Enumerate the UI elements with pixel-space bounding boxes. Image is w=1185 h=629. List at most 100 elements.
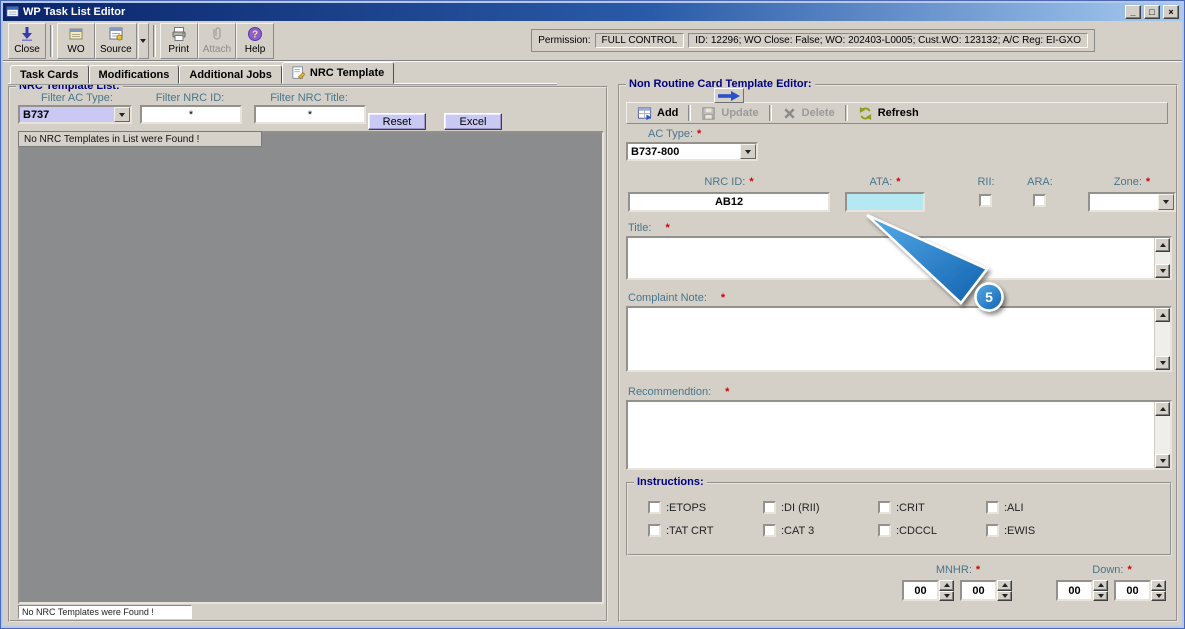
ac-type-combo[interactable]: B737-800	[626, 142, 758, 161]
paperclip-icon	[213, 27, 221, 40]
spin-buttons	[1151, 580, 1166, 601]
recommendation-textarea[interactable]	[626, 400, 1172, 470]
minimize-button[interactable]: _	[1125, 5, 1141, 19]
app-window: WP Task List Editor _ □ × Close WO Sourc…	[0, 0, 1185, 629]
etops-checkbox[interactable]	[648, 501, 661, 514]
toolbar-separator	[688, 105, 692, 121]
ara-checkbox[interactable]	[1033, 194, 1046, 207]
toolbar-attach-button[interactable]: Attach	[197, 22, 237, 59]
complaint-note-label: Complaint Note: *	[628, 292, 726, 304]
tab-task-cards[interactable]: Task Cards	[10, 65, 89, 84]
refresh-button-label: Refresh	[877, 107, 919, 119]
filter-nrc-id-input[interactable]: *	[140, 105, 242, 124]
toolbar-close-button[interactable]: Close	[8, 22, 46, 59]
maximize-button[interactable]: □	[1144, 5, 1160, 19]
di-rii-checkbox[interactable]	[763, 501, 776, 514]
arrow-up-icon	[1155, 583, 1162, 588]
mnhr-minutes-value: 00	[960, 580, 997, 601]
tab-modifications[interactable]: Modifications	[88, 65, 180, 84]
refresh-button[interactable]: Refresh	[851, 104, 926, 122]
tat-crt-checkbox[interactable]	[648, 524, 661, 537]
complaint-note-textarea[interactable]	[626, 306, 1172, 372]
cdccl-label: :CDCCL	[896, 524, 937, 537]
down-hours-spinner[interactable]: 00	[1056, 580, 1108, 601]
checkbox-item-di-rii[interactable]: :DI (RII)	[763, 501, 820, 514]
toolbar-help-button[interactable]: ? Help	[236, 22, 275, 59]
spin-down-button[interactable]	[1093, 590, 1108, 601]
filter-ac-type-dropdown-button[interactable]	[114, 107, 130, 122]
arrow-up-icon	[1097, 583, 1104, 588]
scroll-down-button[interactable]	[1155, 356, 1170, 370]
close-window-button[interactable]: ×	[1163, 5, 1179, 19]
checkbox-item-cdccl[interactable]: :CDCCL	[878, 524, 937, 537]
work-order-icon	[69, 28, 83, 40]
cat-3-checkbox[interactable]	[763, 524, 776, 537]
spin-up-button[interactable]	[997, 580, 1012, 591]
toolbar-source-button[interactable]: Source	[95, 22, 137, 59]
checkbox-item-ewis[interactable]: :EWIS	[986, 524, 1035, 537]
rii-checkbox[interactable]	[979, 194, 992, 207]
update-button[interactable]: Update	[694, 104, 765, 122]
mnhr-hours-spinner[interactable]: 00	[902, 580, 954, 601]
title-textarea[interactable]	[626, 236, 1172, 280]
transfer-to-editor-button[interactable]	[714, 88, 744, 103]
filter-nrc-id-value: *	[188, 108, 194, 121]
complaint-vertical-scrollbar[interactable]	[1154, 308, 1170, 370]
ali-checkbox[interactable]	[986, 501, 999, 514]
recommendation-vertical-scrollbar[interactable]	[1154, 402, 1170, 468]
down-minutes-spinner[interactable]: 00	[1114, 580, 1166, 601]
spin-up-button[interactable]	[1093, 580, 1108, 591]
arrow-down-icon	[1001, 593, 1008, 598]
zone-combo[interactable]	[1088, 192, 1176, 212]
nrc-id-input[interactable]: AB12	[628, 192, 830, 212]
checkbox-item-crit[interactable]: :CRIT	[878, 501, 925, 514]
checkbox-item-cat-3[interactable]: :CAT 3	[763, 524, 814, 537]
mnhr-hours-value: 00	[902, 580, 939, 601]
spin-buttons	[939, 580, 954, 601]
cdccl-checkbox[interactable]	[878, 524, 891, 537]
source-dropdown-button[interactable]	[137, 22, 149, 59]
crit-checkbox[interactable]	[878, 501, 891, 514]
tab-strip: Task Cards Modifications Additional Jobs…	[10, 62, 395, 84]
excel-button-label: Excel	[459, 115, 487, 128]
filter-nrc-title-label: Filter NRC Title:	[270, 92, 348, 104]
ata-input[interactable]	[845, 192, 925, 212]
scroll-up-button[interactable]	[1155, 308, 1170, 322]
checkbox-item-etops[interactable]: :ETOPS	[648, 501, 706, 514]
title-vertical-scrollbar[interactable]	[1154, 238, 1170, 278]
reset-button[interactable]: Reset	[368, 113, 426, 130]
scroll-up-button[interactable]	[1155, 402, 1170, 416]
instructions-groupbox: Instructions: :ETOPS :DI (RII) :CRIT :AL…	[626, 476, 1172, 556]
checkbox-item-ali[interactable]: :ALI	[986, 501, 1024, 514]
excel-button[interactable]: Excel	[444, 113, 502, 130]
checkbox-item-tat-crt[interactable]: :TAT CRT	[648, 524, 713, 537]
filter-ac-type-combo[interactable]: B737	[18, 105, 132, 124]
scroll-down-button[interactable]	[1155, 454, 1170, 468]
tab-additional-jobs[interactable]: Additional Jobs	[179, 65, 282, 84]
spin-down-button[interactable]	[939, 590, 954, 601]
delete-button[interactable]: Delete	[775, 104, 842, 122]
ewis-checkbox[interactable]	[986, 524, 999, 537]
scroll-down-button[interactable]	[1155, 264, 1170, 278]
spin-down-button[interactable]	[1151, 590, 1166, 601]
chevron-down-icon	[1163, 200, 1169, 204]
scroll-up-button[interactable]	[1155, 238, 1170, 252]
filter-nrc-id-label: Filter NRC ID:	[155, 92, 225, 104]
filter-nrc-title-input[interactable]: *	[254, 105, 366, 124]
tab-nrc-template[interactable]: NRC Template	[281, 62, 395, 84]
ac-type-dropdown-button[interactable]	[740, 144, 756, 159]
title-bar: WP Task List Editor _ □ ×	[3, 3, 1182, 21]
toolbar-print-button[interactable]: Print	[159, 22, 198, 59]
zone-dropdown-button[interactable]	[1158, 194, 1174, 210]
nrc-id-label: NRC ID: *	[704, 176, 754, 188]
nrc-template-list-panel: NRC Template List: Filter AC Type: B737 …	[8, 80, 608, 622]
toolbar-wo-button[interactable]: WO	[57, 22, 95, 59]
spin-down-button[interactable]	[997, 590, 1012, 601]
mnhr-minutes-spinner[interactable]: 00	[960, 580, 1012, 601]
spin-up-button[interactable]	[1151, 580, 1166, 591]
spin-up-button[interactable]	[939, 580, 954, 591]
add-button[interactable]: Add	[630, 104, 685, 122]
nrc-template-list[interactable]	[18, 131, 604, 604]
required-marker: *	[697, 128, 702, 140]
arrow-down-icon	[1159, 269, 1166, 273]
